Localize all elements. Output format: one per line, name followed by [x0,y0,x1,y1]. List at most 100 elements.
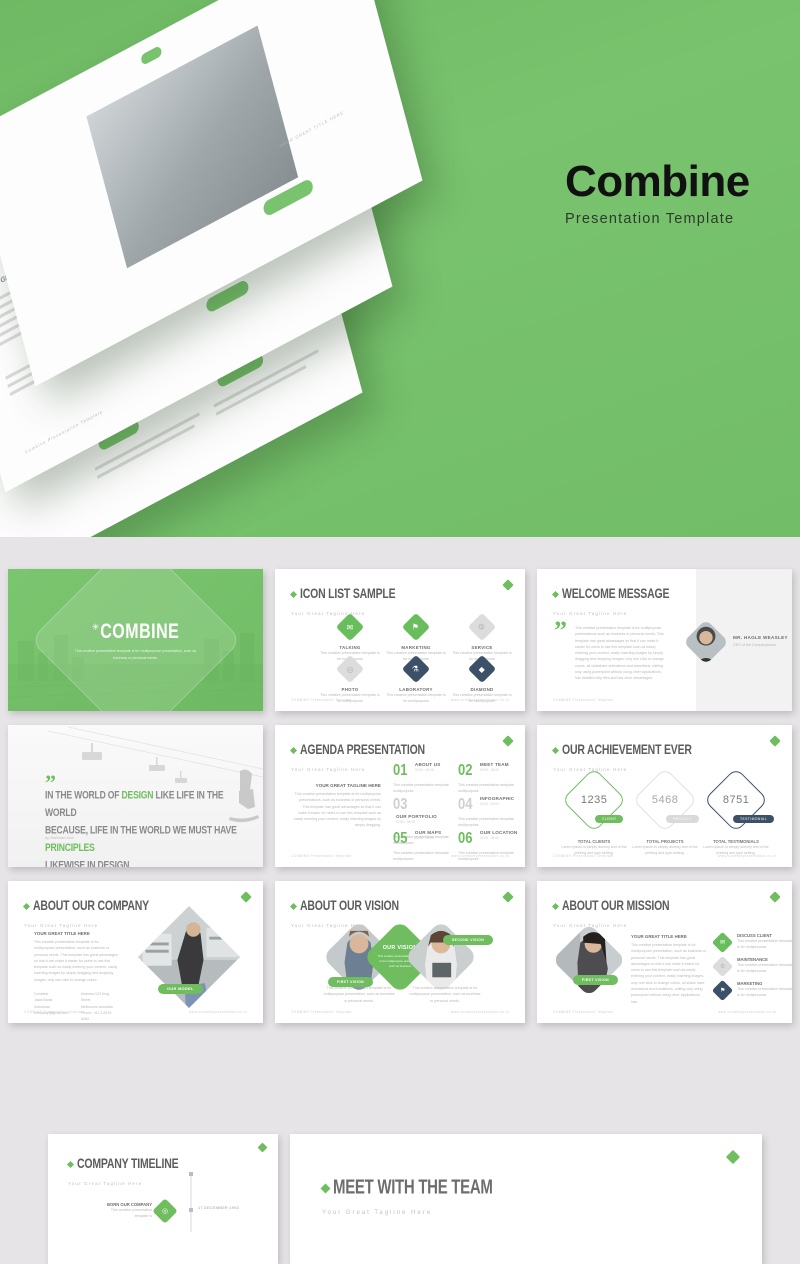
slide-tagline: Your Great Tagline Here [24,923,99,928]
cover-description: This creative presentation template is f… [74,649,197,660]
agenda-number: 05 [393,828,408,847]
timeline-event-date: 17 DECEMBER 1993 [198,1206,240,1210]
slide-header: ABOUT OUR MISSION Your Great Tagline Her… [551,898,670,928]
mission-photo-image [552,923,626,997]
stat-value: 1235 [580,793,608,806]
slide-footer-left: COMBINE Presentation Template [291,1010,352,1014]
bullet-diamond-icon [551,746,560,755]
corner-diamond-icon [502,735,514,747]
company-contact-address: Address:123 King Street, [80,991,110,1003]
slide-thumb-icon-list[interactable]: ICON LIST SAMPLE Your Great Tagline Here… [275,569,525,711]
stat-badge: TESTIMONIAL [733,815,775,823]
agenda-item-name: INFOGRAPHIC [479,796,515,801]
mission-item[interactable]: ✉ DISCUSS CLIENT This creative presentat… [711,931,792,954]
flask-icon: ⚗ [401,654,431,684]
bullet-diamond-icon [551,902,560,911]
agenda-number: 06 [458,828,473,847]
agenda-item[interactable]: 02 MEET TEAM 02.00 - 04.00 This creative… [458,761,520,795]
stat-text: Lorem Ipsum is simply dummy text of the … [632,845,698,856]
icon-item[interactable]: ⚗ LABORATORY This creative presentation … [385,654,447,705]
slide-thumb-quote[interactable]: ” IN THE WORLD OF DESIGN LIKE LIFE IN TH… [8,725,263,867]
stat-value: 5468 [651,793,679,806]
company-body: This creative presentation template is f… [34,940,118,982]
slide-footer-right: www.combinepresentation.co.id [451,698,509,702]
agenda-left-block: YOUR GREAT TAGLINE HERE This creative pr… [293,783,381,829]
our-model-button[interactable]: OUR MODEL [158,984,203,994]
bullet-diamond-icon [551,590,560,599]
corner-diamond-icon [502,891,514,903]
slide-thumb-welcome[interactable]: WELCOME MESSAGE Your Great Tagline Here … [537,569,792,711]
slide-footer-left: COMBINE Presentation Template [291,698,352,702]
stat-value: 8751 [722,793,750,806]
slide-header: OUR ACHIEVEMENT EVER Your Great Tagline … [551,742,692,772]
megaphone-icon: ⚑ [401,612,431,642]
mission-item-text: This creative presentation template is f… [737,939,792,950]
slide-header: ICON LIST SAMPLE Your Great Tagline Here [289,585,396,616]
slide-thumbnail-grid: ✳COMBINE This creative presentation temp… [0,537,800,1264]
bullet-diamond-icon [66,1160,75,1169]
hero-title: Combine [565,157,750,206]
slide-thumb-agenda[interactable]: AGENDA PRESENTATION Your Great Tagline H… [275,725,525,867]
agenda-item-sub: 02.00 - 04.00 [396,820,415,824]
slide-thumb-company-timeline[interactable]: COMPANY TIMELINE Your Great Tagline Here… [48,1134,278,1264]
agenda-number: 03 [393,794,408,813]
stat-block[interactable]: 5468 PROJECT TOTAL PROJECTS Lorem Ipsum … [630,767,700,857]
cover-title: COMBINE [100,621,180,644]
slide-thumb-about-vision[interactable]: ABOUT OUR VISION Your Great Tagline Here… [275,881,525,1023]
slide-title: ABOUT OUR COMPANY [33,897,149,914]
chat-icon: ✉ [711,931,734,954]
icon-item-text: This creative presentation template is f… [386,693,446,704]
agenda-number: 01 [393,760,408,779]
company-text-block: YOUR GREAT TITLE HERE This creative pres… [34,931,119,1022]
corner-diamond-icon [725,1149,741,1165]
corner-diamond-icon [502,579,514,591]
person-role: CEO of the Companyname [733,643,777,647]
stat-badge: CLIENT [595,815,624,823]
agenda-item[interactable]: 01 ABOUT US 02.00 - 04.00 This creative … [393,761,455,795]
mission-body: This creative presentation template is f… [631,943,707,1004]
company-contact-city: Jawa Barat, Indonesia [34,998,53,1009]
agenda-item-name: OUR PORTFOLIO [396,814,437,819]
slide-thumb-meet-team[interactable]: MEET WITH THE TEAM Your Great Tagline He… [290,1134,762,1264]
bullet-diamond-icon [289,590,298,599]
slide-title: COMPANY TIMELINE [77,1155,179,1172]
agenda-item-sub: 02.00 - 04.00 [479,802,499,806]
slide-footer-left: COMBINE Presentation Template [553,854,614,858]
quote-line1-highlight: DESIGN [121,788,154,801]
hero-banner: YOUR GREAT TITLE HERE [0,0,800,537]
stat-block[interactable]: 1235 CLIENT TOTAL CLIENTS Lorem Ipsum is… [559,767,629,857]
mission-item[interactable]: ⚙ MAINTENANCE This creative presentation… [711,955,792,978]
slide-title: ICON LIST SAMPLE [300,585,396,602]
slide-thumb-about-mission[interactable]: ABOUT OUR MISSION Your Great Tagline Her… [537,881,792,1023]
vision-second-image [404,920,478,994]
agenda-item[interactable]: 05 OUR MAPS 02.00 - 04.00 This creative … [393,829,455,863]
stat-block[interactable]: 8751 TESTIMONIAL TOTAL TESTIMONIALS Lore… [701,767,775,857]
vision-right-text: This creative presentation template is f… [409,986,481,1003]
slide-header: MEET WITH THE TEAM Your Great Tagline He… [320,1176,493,1216]
camera-icon: ◎ [335,654,365,684]
slide-thumb-cover[interactable]: ✳COMBINE This creative presentation temp… [8,569,263,711]
slide-title: ABOUT OUR VISION [300,897,399,914]
vision-left-text: This creative presentation template is f… [323,986,395,1003]
corner-diamond-icon [257,1142,268,1153]
slide-tagline: Your Great Tagline Here [68,1181,143,1186]
slide-thumb-achievement[interactable]: OUR ACHIEVEMENT EVER Your Great Tagline … [537,725,792,867]
agenda-item-sub: 02.00 - 04.00 [479,768,499,772]
first-vision-badge[interactable]: FIRST VISION [573,975,619,985]
cover-star-icon: ✳ [91,622,100,632]
quote-line2-highlight: PRINCIPLES [45,840,95,853]
person-info: MR. HAGLE WEASLEY CEO of the Companyname [733,635,788,648]
slide-thumb-about-company[interactable]: ABOUT OUR COMPANY Your Great Tagline Her… [8,881,263,1023]
second-vision-badge[interactable]: SECOND VISION [443,935,494,945]
timeline-event: BORN OUR COMPANY This creative presentat… [100,1202,152,1220]
agenda-item-name: ABOUT US [414,762,441,767]
mission-item[interactable]: ⚑ MARKETING This creative presentation t… [711,979,792,1002]
bullet-diamond-icon [320,1183,331,1194]
agenda-item-sub: 02.00 - 04.00 [479,836,499,840]
company-subtitle: YOUR GREAT TITLE HERE [34,931,90,936]
slide-footer-right: www.combinepresentation.co.id [189,1010,247,1014]
agenda-item[interactable]: 04 INFOGRAPHIC 02.00 - 04.00 This creati… [458,795,520,829]
agenda-item-sub: 02.00 - 04.00 [414,768,434,772]
agenda-item-name: OUR LOCATION [479,830,518,835]
slide-footer-left: COMBINE Presentation Template [553,698,614,702]
